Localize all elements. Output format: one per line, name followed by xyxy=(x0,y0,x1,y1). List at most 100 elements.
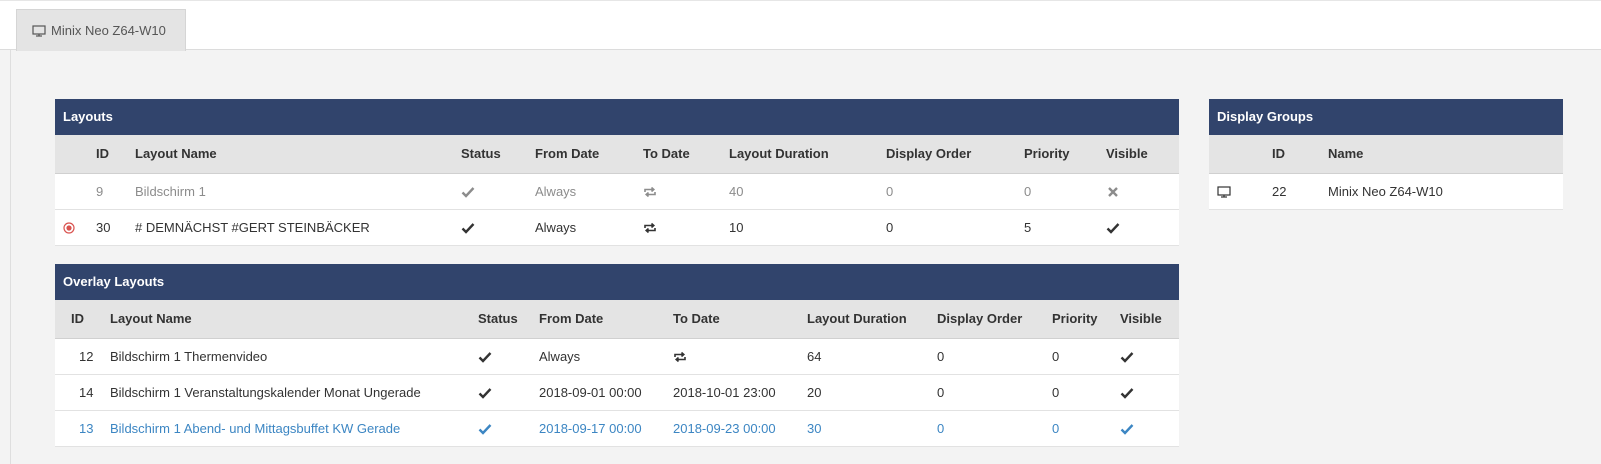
check-icon xyxy=(461,187,475,198)
col-visible[interactable]: Visible xyxy=(1098,135,1179,174)
cell-display-order: 0 xyxy=(929,410,1044,447)
cell-visible xyxy=(1112,338,1179,375)
col-display-order[interactable]: Display Order xyxy=(878,135,1016,174)
col-layout-name[interactable]: Layout Name xyxy=(102,300,470,339)
cell-from-date: Always xyxy=(527,173,635,210)
cell-to-date xyxy=(635,173,721,210)
cell-display-order: 0 xyxy=(929,374,1044,411)
col-name[interactable]: Name xyxy=(1320,135,1563,174)
col-status[interactable]: Status xyxy=(470,300,531,339)
cell-visible xyxy=(1112,410,1179,447)
col-display-order[interactable]: Display Order xyxy=(929,300,1044,339)
col-status[interactable]: Status xyxy=(453,135,527,174)
overlay-layouts-title: Overlay Layouts xyxy=(55,264,1179,300)
cell-display-order: 0 xyxy=(878,173,1016,210)
cell-id: 14 xyxy=(55,374,102,411)
cell-icon xyxy=(1209,173,1264,210)
cell-visible xyxy=(1112,374,1179,411)
cell-id: 22 xyxy=(1264,173,1320,210)
monitor-icon xyxy=(32,24,46,37)
check-icon xyxy=(1120,424,1134,435)
col-layout-duration[interactable]: Layout Duration xyxy=(799,300,929,339)
cross-icon xyxy=(1108,187,1118,197)
row-marker xyxy=(55,173,88,210)
col-id[interactable]: ID xyxy=(1264,135,1320,174)
table-row[interactable]: 9 Bildschirm 1 Always 40 0 0 xyxy=(55,173,1179,210)
check-icon xyxy=(1106,223,1120,234)
layouts-panel: Layouts ID Layout Name Status From Date … xyxy=(55,99,1179,246)
col-id[interactable]: ID xyxy=(88,135,127,174)
cell-status xyxy=(453,209,527,246)
table-row[interactable]: 14 Bildschirm 1 Veranstaltungskalender Mo… xyxy=(55,374,1179,411)
cell-id: 13 xyxy=(55,410,102,447)
repeat-icon xyxy=(644,186,656,198)
col-from-date[interactable]: From Date xyxy=(527,135,635,174)
col-layout-duration[interactable]: Layout Duration xyxy=(721,135,878,174)
cell-layout-name: # DEMNÄCHST #GERT STEINBÄCKER xyxy=(127,209,453,246)
col-priority[interactable]: Priority xyxy=(1016,135,1098,174)
cell-from-date: 2018-09-17 00:00 xyxy=(531,410,665,447)
cell-visible xyxy=(1098,209,1179,246)
col-marker xyxy=(55,135,88,174)
check-icon xyxy=(461,223,475,234)
cell-priority: 0 xyxy=(1044,374,1112,411)
cell-layout-duration: 10 xyxy=(721,209,878,246)
cell-priority: 0 xyxy=(1044,410,1112,447)
cell-status xyxy=(470,374,531,411)
col-priority[interactable]: Priority xyxy=(1044,300,1112,339)
cell-from-date: Always xyxy=(531,338,665,375)
table-row[interactable]: 22 Minix Neo Z64-W10 xyxy=(1209,173,1563,210)
cell-priority: 5 xyxy=(1016,209,1098,246)
cell-id: 12 xyxy=(55,338,102,375)
table-row[interactable]: 13 Bildschirm 1 Abend- und Mittagsbuffet … xyxy=(55,410,1179,447)
check-icon xyxy=(478,424,492,435)
overlay-layouts-table: ID Layout Name Status From Date To Date … xyxy=(55,300,1179,447)
tab-label: Minix Neo Z64-W10 xyxy=(51,23,166,38)
overlay-layouts-panel: Overlay Layouts ID Layout Name Status Fr… xyxy=(55,264,1179,447)
monitor-icon xyxy=(1217,186,1231,198)
cell-priority: 0 xyxy=(1016,173,1098,210)
layouts-table: ID Layout Name Status From Date To Date … xyxy=(55,135,1179,246)
cell-status xyxy=(470,410,531,447)
display-groups-title: Display Groups xyxy=(1209,99,1563,135)
cell-from-date: 2018-09-01 00:00 xyxy=(531,374,665,411)
cell-to-date: 2018-09-23 00:00 xyxy=(665,410,799,447)
col-to-date[interactable]: To Date xyxy=(665,300,799,339)
cell-layout-name: Bildschirm 1 Thermenvideo xyxy=(102,338,470,375)
cell-layout-duration: 20 xyxy=(799,374,929,411)
col-visible[interactable]: Visible xyxy=(1112,300,1179,339)
cell-priority: 0 xyxy=(1044,338,1112,375)
col-to-date[interactable]: To Date xyxy=(635,135,721,174)
check-icon xyxy=(1120,352,1134,363)
col-from-date[interactable]: From Date xyxy=(531,300,665,339)
cell-status xyxy=(453,173,527,210)
top-bar: Minix Neo Z64-W10 xyxy=(0,0,1601,51)
check-icon xyxy=(478,352,492,363)
overlay-header-row: ID Layout Name Status From Date To Date … xyxy=(55,300,1179,339)
content-border xyxy=(10,50,11,464)
col-layout-name[interactable]: Layout Name xyxy=(127,135,453,174)
cell-to-date xyxy=(635,209,721,246)
display-groups-table: ID Name 22 Minix Neo Z64-W10 xyxy=(1209,135,1563,210)
cell-layout-duration: 30 xyxy=(799,410,929,447)
row-marker xyxy=(55,209,88,246)
col-id[interactable]: ID xyxy=(55,300,102,339)
col-icon xyxy=(1209,135,1264,174)
layouts-header-row: ID Layout Name Status From Date To Date … xyxy=(55,135,1179,174)
cell-layout-duration: 40 xyxy=(721,173,878,210)
tab-display[interactable]: Minix Neo Z64-W10 xyxy=(16,9,186,51)
repeat-icon xyxy=(674,351,686,363)
cell-display-order: 0 xyxy=(929,338,1044,375)
cell-display-order: 0 xyxy=(878,209,1016,246)
cell-name: Minix Neo Z64-W10 xyxy=(1320,173,1563,210)
cell-to-date: 2018-10-01 23:00 xyxy=(665,374,799,411)
table-row[interactable]: 12 Bildschirm 1 Thermenvideo Always 64 0 0 xyxy=(55,338,1179,375)
check-icon xyxy=(1120,388,1134,399)
display-groups-panel: Display Groups ID Name 22 Minix Neo Z64-W… xyxy=(1209,99,1563,210)
cell-from-date: Always xyxy=(527,209,635,246)
check-icon xyxy=(478,388,492,399)
cell-layout-name: Bildschirm 1 Abend- und Mittagsbuffet KW… xyxy=(102,410,470,447)
cell-to-date xyxy=(665,338,799,375)
table-row[interactable]: 30 # DEMNÄCHST #GERT STEINBÄCKER Always 10 0… xyxy=(55,209,1179,246)
target-icon xyxy=(63,222,75,234)
